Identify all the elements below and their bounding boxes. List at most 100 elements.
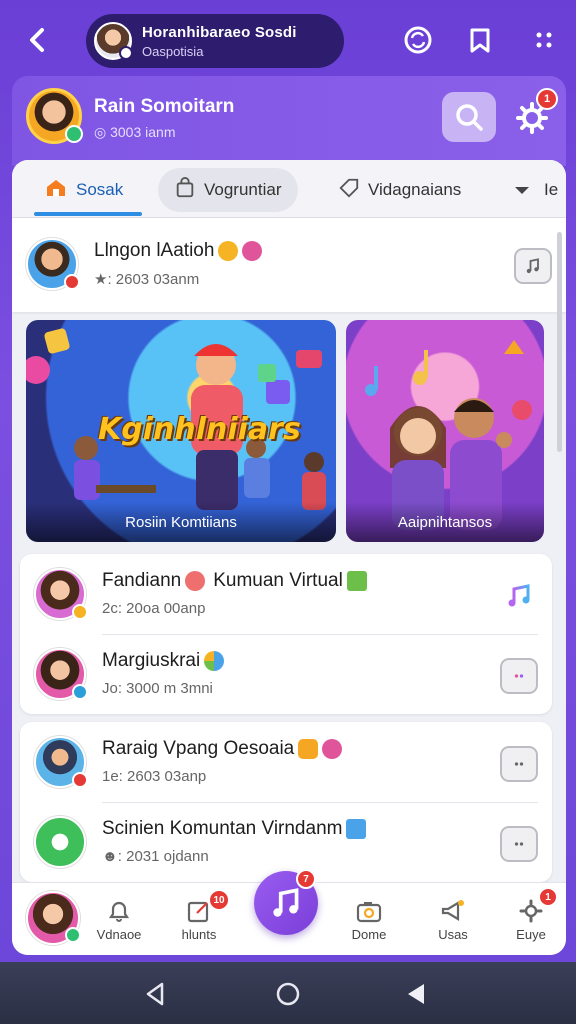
bag-icon — [174, 176, 196, 204]
avatar — [34, 736, 88, 788]
first-post-card[interactable]: Llngon lAatioh ★: 2603 03anm — [12, 218, 566, 312]
avatar — [26, 238, 80, 290]
grin-emoji-icon — [298, 738, 319, 759]
profile-avatar-button[interactable] — [26, 891, 81, 945]
chat-icon — [514, 842, 524, 846]
scrollbar[interactable] — [557, 232, 562, 452]
user-avatar[interactable] — [26, 88, 83, 144]
music-note-button[interactable] — [514, 248, 552, 284]
item-title: Fandiann Kumuan Virtual — [102, 570, 367, 592]
home-icon — [44, 176, 68, 205]
refresh-button[interactable] — [402, 24, 434, 56]
list-item[interactable]: Margiuskrai Jo: 3000 m 3mni — [20, 634, 552, 714]
avatar — [34, 568, 88, 620]
tab-bar: Sosak Vogruntiar Vidagnaians Ie — [12, 160, 566, 218]
tab-sosak[interactable]: Sosak — [44, 168, 123, 212]
camera-icon — [356, 902, 382, 923]
item-meta: Jo: 3000 m 3mni — [102, 680, 213, 697]
chat-button[interactable] — [500, 658, 538, 694]
system-home-button[interactable] — [272, 978, 304, 1010]
avatar — [34, 816, 86, 868]
nav-label: hlunts — [181, 927, 217, 942]
chevron-down-icon — [515, 187, 529, 194]
profile-header: Rain Somoitarn ◎ 3003 ianm 1 — [12, 76, 566, 166]
more-button[interactable] — [528, 24, 560, 56]
community-title: Horanhibaraeo Sosdi — [142, 23, 297, 41]
music-note-icon — [508, 584, 530, 607]
tile-caption: Rosiin Komtiians — [26, 502, 336, 542]
tab-more-dropdown[interactable]: Ie — [512, 168, 558, 212]
back-arrow-icon — [30, 28, 44, 52]
item-title: Scinien Komuntan Virndanm — [102, 818, 367, 840]
status-badge — [64, 274, 80, 290]
item-meta: ★: 2603 03anm — [94, 271, 200, 288]
tab-label: Sosak — [76, 180, 124, 199]
circle-home-icon — [276, 982, 300, 1006]
chat-icon — [514, 674, 524, 678]
main-panel: Sosak Vogruntiar Vidagnaians Ie Llngon l… — [12, 160, 566, 955]
heart-emoji-icon — [242, 240, 263, 261]
triangle-back-icon — [146, 982, 164, 1006]
megaphone-icon — [441, 900, 464, 921]
chat-group-card-1: Fandiann Kumuan Virtual 2c: 20oa 00anp Ma… — [20, 554, 552, 714]
community-avatar — [94, 22, 133, 60]
community-subtitle: Oaspotisia — [142, 43, 204, 59]
music-create-button[interactable]: 7 — [254, 869, 318, 935]
status-badge — [72, 772, 88, 788]
refresh-icon — [404, 26, 432, 54]
nav-item-euye[interactable]: 1 Euye — [496, 887, 566, 942]
bookmark-button[interactable] — [464, 24, 496, 56]
nav-badge: 1 — [538, 887, 558, 907]
nav-item-usas[interactable]: Usas — [418, 895, 488, 942]
tab-vidagnaians[interactable]: Vidagnaians — [338, 168, 461, 212]
avatar — [34, 648, 88, 700]
item-meta: 2c: 20oa 00anp — [102, 600, 206, 617]
nav-label: Euye — [516, 927, 546, 942]
search-icon — [456, 104, 483, 131]
nav-label: Dome — [351, 927, 387, 942]
online-dot — [119, 46, 133, 60]
system-navigation-bar — [0, 962, 576, 1024]
music-note-icon — [273, 888, 299, 917]
media-tile-2[interactable]: Aaipnihtansos — [346, 320, 544, 542]
nav-item-dome[interactable]: Dome — [334, 895, 404, 942]
nav-item-vdnaoe[interactable]: Vdnaoe — [84, 895, 154, 942]
chat-icon — [514, 762, 524, 766]
community-header-pill[interactable]: Horanhibaraeo Sosdi Oaspotisia — [86, 14, 344, 68]
system-recents-button[interactable] — [400, 978, 432, 1010]
system-back-button[interactable] — [140, 978, 172, 1010]
search-button[interactable] — [442, 92, 496, 142]
media-tile-1[interactable]: Kginhlniiars Rosiin Komtiians — [26, 320, 336, 542]
music-note-icon — [526, 258, 539, 274]
smile-emoji-icon — [218, 240, 239, 261]
status-badge — [72, 604, 88, 620]
more-dots-icon — [536, 32, 552, 48]
item-meta: ☻: 2031 ojdann — [102, 848, 209, 865]
tile-caption: Aaipnihtansos — [346, 502, 544, 542]
music-note-button[interactable] — [500, 578, 538, 614]
online-badge — [65, 927, 81, 943]
list-item[interactable]: Fandiann Kumuan Virtual 2c: 20oa 00anp — [20, 554, 552, 634]
chat-button[interactable] — [500, 746, 538, 782]
settings-button[interactable]: 1 — [512, 88, 558, 136]
list-item[interactable]: Llngon lAatioh ★: 2603 03anm — [12, 224, 566, 304]
heart-emoji-icon — [322, 738, 343, 759]
user-name: Rain Somoitarn — [94, 96, 235, 117]
nav-badge: 10 — [208, 889, 230, 911]
tab-vogruntiar[interactable]: Vogruntiar — [158, 168, 298, 212]
back-button[interactable] — [20, 22, 56, 58]
check-emoji-icon — [346, 570, 367, 591]
nav-item-hlunts[interactable]: 10 hlunts — [164, 889, 234, 942]
triangle-filled-icon — [408, 984, 424, 1004]
verified-badge — [65, 125, 83, 143]
tab-label: Ie — [544, 180, 559, 199]
status-badge — [72, 684, 88, 700]
tab-label: Vidagnaians — [368, 180, 462, 199]
list-item[interactable]: Scinien Komuntan Virndanm ☻: 2031 ojdann — [20, 802, 552, 882]
list-item[interactable]: Raraig Vpang Oesoaia 1e: 2603 03anp — [20, 722, 552, 802]
active-tab-indicator — [34, 212, 142, 216]
nav-label: Vdnaoe — [96, 927, 142, 942]
blush-emoji-icon — [185, 570, 206, 591]
bell-icon — [108, 901, 130, 922]
chat-button[interactable] — [500, 826, 538, 862]
